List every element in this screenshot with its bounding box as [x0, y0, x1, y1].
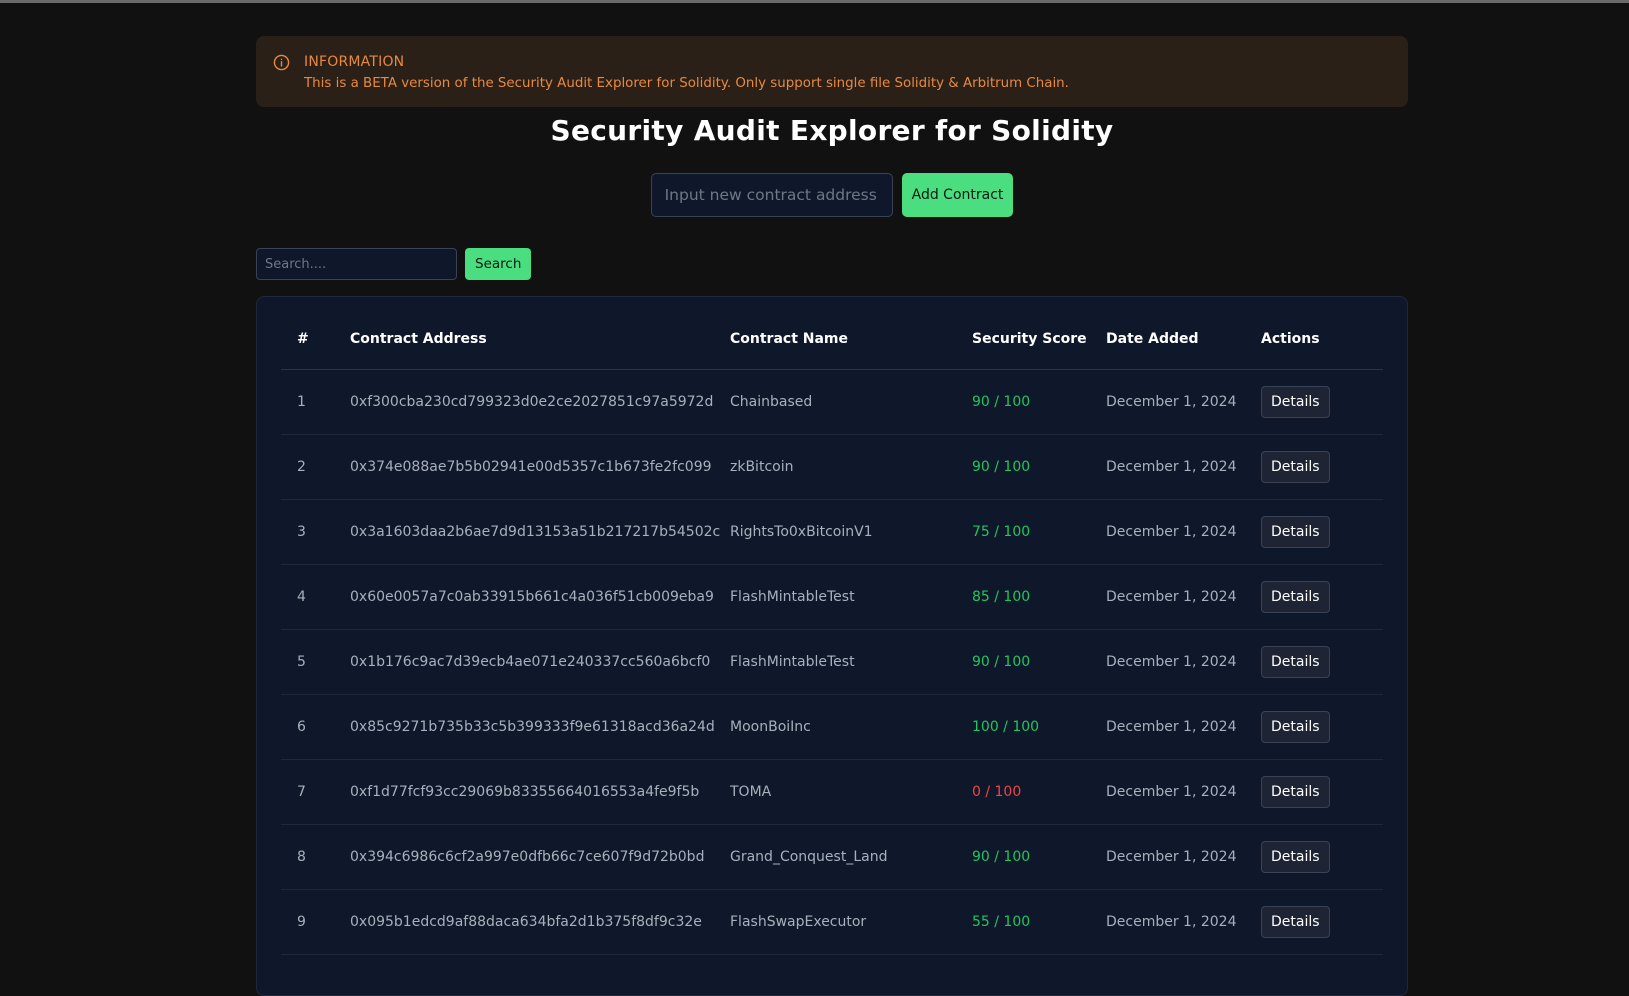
- cell-number: 9: [281, 889, 350, 955]
- cell-security-score: 55 / 100: [972, 889, 1106, 955]
- cell-contract-address: 0x85c9271b735b33c5b399333f9e61318acd36a2…: [350, 694, 730, 760]
- header-date-added: Date Added: [1106, 309, 1261, 370]
- cell-security-score: 90 / 100: [972, 434, 1106, 500]
- cell-number: 1: [281, 369, 350, 435]
- cell-security-score: 75 / 100: [972, 499, 1106, 565]
- window-top-border: [0, 0, 1629, 3]
- cell-security-score: 85 / 100: [972, 564, 1106, 630]
- page-title: Security Audit Explorer for Solidity: [550, 114, 1114, 147]
- cell-contract-name: FlashSwapExecutor: [730, 889, 972, 955]
- cell-date-added: December 1, 2024: [1106, 889, 1261, 955]
- table-row: 3 0x3a1603daa2b6ae7d9d13153a51b217217b545…: [281, 499, 1383, 565]
- cell-contract-address: 0x1b176c9ac7d39ecb4ae071e240337cc560a6bc…: [350, 629, 730, 695]
- cell-contract-name: TOMA: [730, 759, 972, 825]
- header-contract-name: Contract Name: [730, 309, 972, 370]
- cell-contract-address: 0x394c6986c6cf2a997e0dfb66c7ce607f9d72b0…: [350, 824, 730, 890]
- details-button[interactable]: Details: [1261, 776, 1330, 808]
- contract-address-input[interactable]: [650, 173, 893, 217]
- table-row: 8 0x394c6986c6cf2a997e0dfb66c7ce607f9d72b…: [281, 824, 1383, 890]
- cell-number: 6: [281, 694, 350, 760]
- details-button[interactable]: Details: [1261, 386, 1330, 418]
- cell-contract-name: Grand_Conquest_Land: [730, 824, 972, 890]
- table-row: 2 0x374e088ae7b5b02941e00d5357c1b673fe2fc…: [281, 434, 1383, 500]
- cell-contract-name: RightsTo0xBitcoinV1: [730, 499, 972, 565]
- details-button[interactable]: Details: [1261, 516, 1330, 548]
- cell-contract-name: zkBitcoin: [730, 434, 972, 500]
- cell-date-added: December 1, 2024: [1106, 369, 1261, 435]
- cell-contract-address: 0xf1d77fcf93cc29069b83355664016553a4fe9f…: [350, 759, 730, 825]
- table-body: 1 0xf300cba230cd799323d0e2ce2027851c97a59…: [281, 369, 1383, 955]
- table-row: 6 0x85c9271b735b33c5b399333f9e61318acd36a…: [281, 694, 1383, 760]
- cell-date-added: December 1, 2024: [1106, 629, 1261, 695]
- cell-contract-name: MoonBoiInc: [730, 694, 972, 760]
- header-number: #: [281, 309, 350, 370]
- cell-number: 3: [281, 499, 350, 565]
- info-alert: INFORMATION This is a BETA version of th…: [256, 36, 1408, 107]
- cell-contract-address: 0x095b1edcd9af88daca634bfa2d1b375f8df9c3…: [350, 889, 730, 955]
- details-button[interactable]: Details: [1261, 451, 1330, 483]
- cell-contract-address: 0x374e088ae7b5b02941e00d5357c1b673fe2fc0…: [350, 434, 730, 500]
- contracts-table: # Contract Address Contract Name Securit…: [281, 309, 1383, 955]
- alert-title: INFORMATION: [304, 54, 405, 70]
- details-button[interactable]: Details: [1261, 581, 1330, 613]
- table-header-row: # Contract Address Contract Name Securit…: [281, 309, 1383, 370]
- cell-security-score: 90 / 100: [972, 369, 1106, 435]
- alert-message: This is a BETA version of the Security A…: [304, 76, 1069, 91]
- cell-actions: Details: [1261, 824, 1383, 890]
- cell-number: 7: [281, 759, 350, 825]
- cell-contract-name: FlashMintableTest: [730, 629, 972, 695]
- cell-actions: Details: [1261, 889, 1383, 955]
- table-row: 7 0xf1d77fcf93cc29069b83355664016553a4fe9…: [281, 759, 1383, 825]
- search-button[interactable]: Search: [465, 248, 532, 280]
- cell-actions: Details: [1261, 694, 1383, 760]
- cell-date-added: December 1, 2024: [1106, 759, 1261, 825]
- header-contract-address: Contract Address: [350, 309, 730, 370]
- cell-date-added: December 1, 2024: [1106, 434, 1261, 500]
- table-row: 9 0x095b1edcd9af88daca634bfa2d1b375f8df9c…: [281, 889, 1383, 955]
- cell-date-added: December 1, 2024: [1106, 824, 1261, 890]
- cell-contract-name: FlashMintableTest: [730, 564, 972, 630]
- search-input[interactable]: [256, 248, 457, 280]
- cell-contract-address: 0xf300cba230cd799323d0e2ce2027851c97a597…: [350, 369, 730, 435]
- info-icon: [273, 54, 290, 71]
- cell-security-score: 90 / 100: [972, 629, 1106, 695]
- cell-actions: Details: [1261, 499, 1383, 565]
- cell-date-added: December 1, 2024: [1106, 564, 1261, 630]
- cell-security-score: 90 / 100: [972, 824, 1106, 890]
- details-button[interactable]: Details: [1261, 646, 1330, 678]
- table-row: 1 0xf300cba230cd799323d0e2ce2027851c97a59…: [281, 369, 1383, 435]
- header-security-score: Security Score: [972, 309, 1106, 370]
- cell-number: 8: [281, 824, 350, 890]
- cell-actions: Details: [1261, 759, 1383, 825]
- cell-contract-name: Chainbased: [730, 369, 972, 435]
- cell-date-added: December 1, 2024: [1106, 499, 1261, 565]
- cell-contract-address: 0x60e0057a7c0ab33915b661c4a036f51cb009eb…: [350, 564, 730, 630]
- details-button[interactable]: Details: [1261, 841, 1330, 873]
- header-actions: Actions: [1261, 309, 1383, 370]
- cell-security-score: 0 / 100: [972, 759, 1106, 825]
- cell-number: 5: [281, 629, 350, 695]
- cell-actions: Details: [1261, 434, 1383, 500]
- cell-actions: Details: [1261, 369, 1383, 435]
- add-contract-button[interactable]: Add Contract: [901, 173, 1014, 217]
- cell-number: 2: [281, 434, 350, 500]
- cell-actions: Details: [1261, 629, 1383, 695]
- page-container: INFORMATION This is a BETA version of th…: [256, 36, 1408, 996]
- details-button[interactable]: Details: [1261, 711, 1330, 743]
- cell-actions: Details: [1261, 564, 1383, 630]
- cell-number: 4: [281, 564, 350, 630]
- cell-contract-address: 0x3a1603daa2b6ae7d9d13153a51b217217b5450…: [350, 499, 730, 565]
- search-form: Search: [256, 248, 1408, 280]
- contracts-table-card: # Contract Address Contract Name Securit…: [256, 296, 1408, 996]
- table-row: 5 0x1b176c9ac7d39ecb4ae071e240337cc560a6b…: [281, 629, 1383, 695]
- table-row: 4 0x60e0057a7c0ab33915b661c4a036f51cb009e…: [281, 564, 1383, 630]
- cell-date-added: December 1, 2024: [1106, 694, 1261, 760]
- details-button[interactable]: Details: [1261, 906, 1330, 938]
- add-contract-form: Add Contract: [256, 173, 1408, 217]
- cell-security-score: 100 / 100: [972, 694, 1106, 760]
